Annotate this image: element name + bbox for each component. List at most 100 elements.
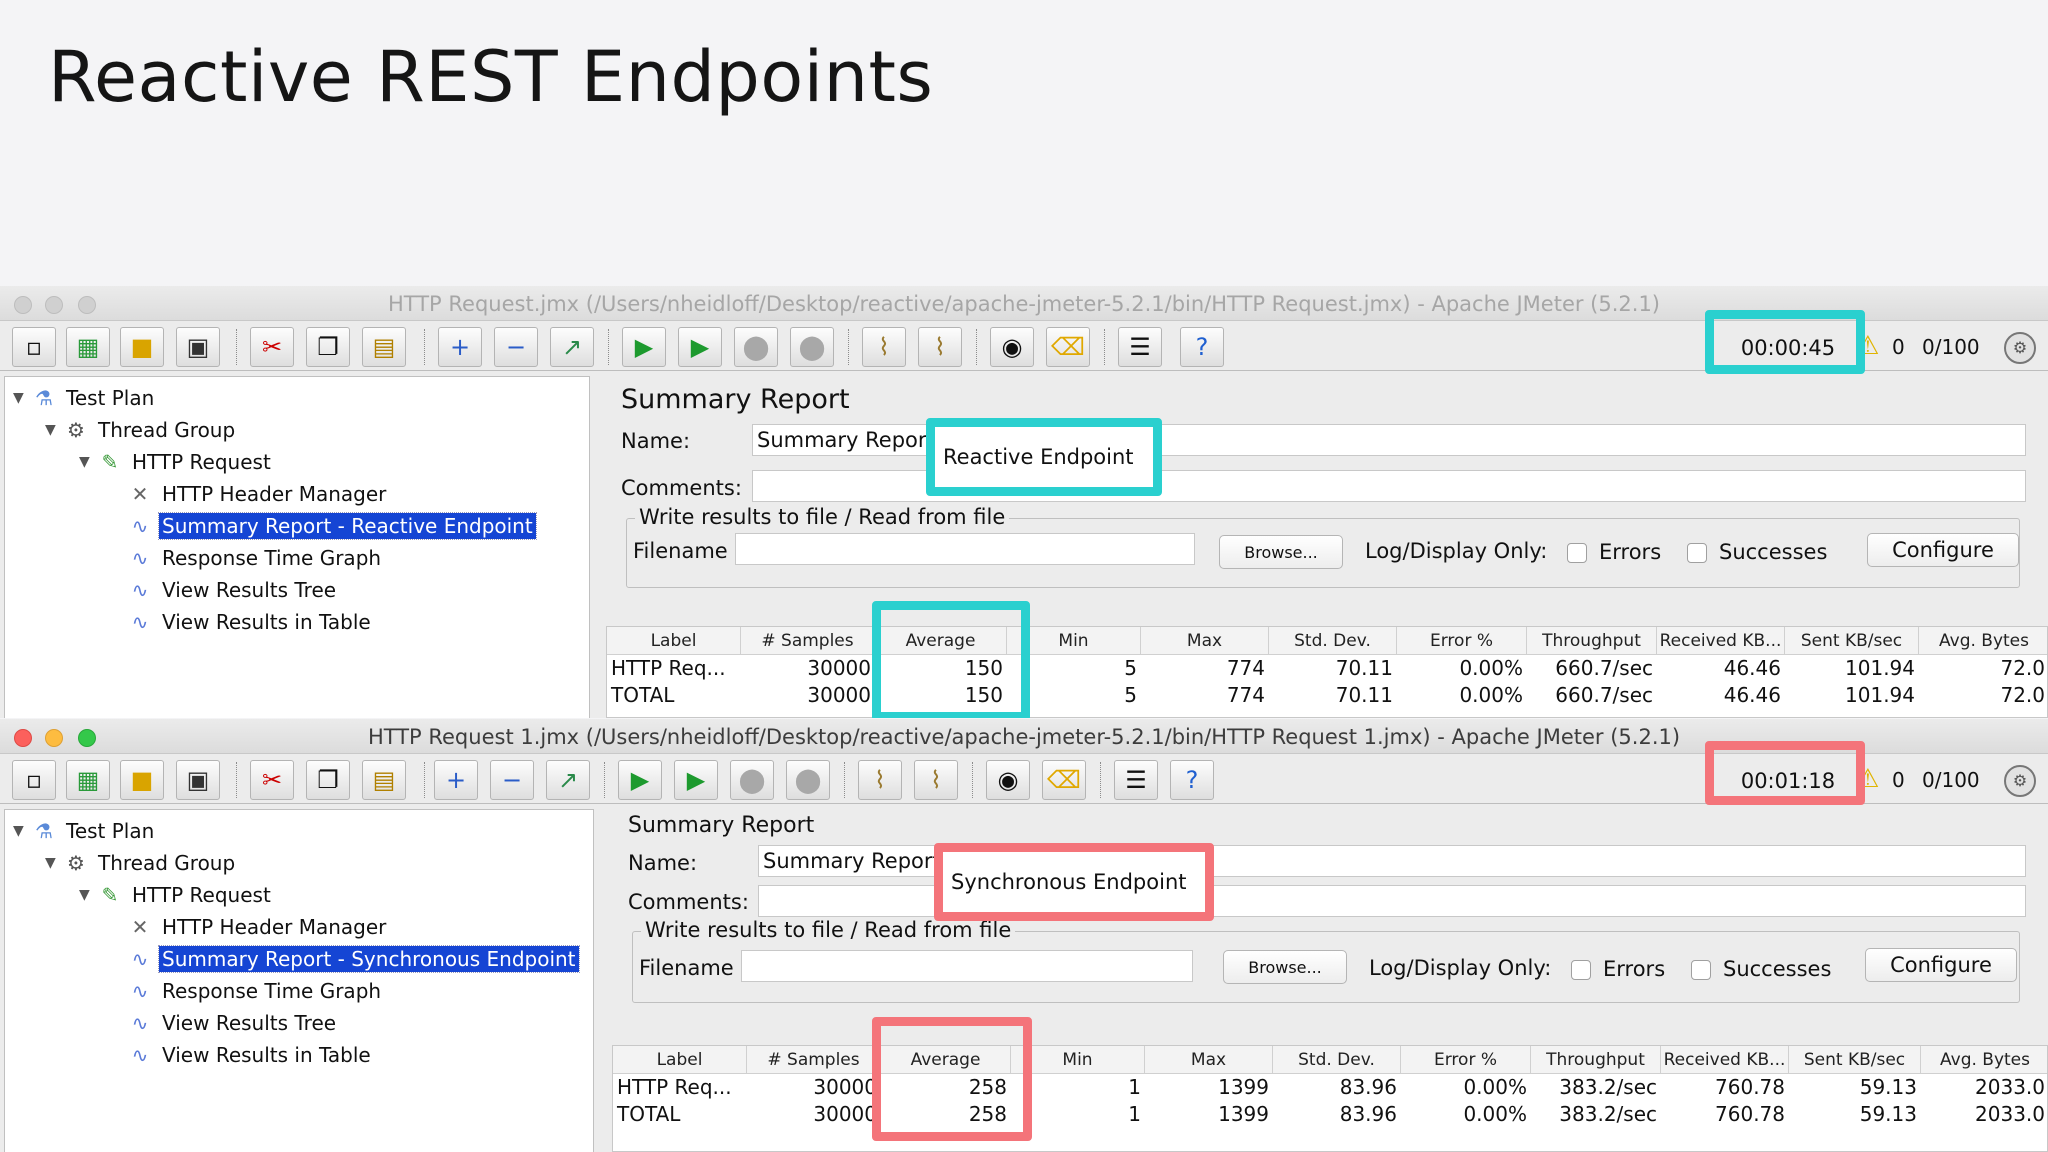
successes-checkbox[interactable] [1687,543,1707,563]
cut-icon[interactable]: ✂ [250,327,294,367]
clear-icon[interactable]: ⌇ [862,327,906,367]
errors-checkbox[interactable] [1567,543,1587,563]
summary-table[interactable]: Label # Samples Average Min Max Std. Dev… [606,626,2048,718]
col-samples[interactable]: # Samples [741,627,875,655]
tree-node-summary-report[interactable]: ∿ Summary Report - Synchronous Endpoint [127,944,580,974]
tree-node-thread-group[interactable]: ▼ ⚙ Thread Group [45,848,238,878]
tree-node-test-plan[interactable]: ▼ ⚗ Test Plan [13,816,157,846]
function-helper-icon[interactable]: ☰ [1118,327,1162,367]
open-icon[interactable]: ■ [120,327,164,367]
col-sent[interactable]: Sent KB/sec [1785,627,1919,655]
stop-icon[interactable]: ⬤ [734,327,778,367]
cell-label: HTTP Req... [617,1075,732,1099]
errors-checkbox[interactable] [1571,960,1591,980]
jmeter-window-reactive: HTTP Request.jmx (/Users/nheidloff/Deskt… [0,286,2048,718]
browse-button[interactable]: Browse... [1219,535,1343,569]
search-icon[interactable]: ◉ [986,760,1030,800]
function-helper-icon[interactable]: ☰ [1114,760,1158,800]
col-max[interactable]: Max [1145,1046,1273,1074]
col-avg-bytes[interactable]: Avg. Bytes [1921,1046,2047,1074]
configure-button[interactable]: Configure [1865,948,2017,982]
reset-search-icon[interactable]: ⌫ [1042,760,1086,800]
start-icon[interactable]: ▶ [622,327,666,367]
col-received[interactable]: Received KB... [1661,1046,1789,1074]
paste-icon[interactable]: ▤ [362,327,406,367]
cell-max: 774 [1226,683,1265,707]
new-icon[interactable]: ▫ [12,760,56,800]
col-samples[interactable]: # Samples [747,1046,881,1074]
copy-icon[interactable]: ❐ [306,760,350,800]
tree-node-summary-report[interactable]: ∿ Summary Report - Reactive Endpoint [127,511,537,541]
test-plan-tree: ▼ ⚗ Test Plan ▼ ⚙ Thread Group ▼ ✎ HTTP Req… [4,809,594,1152]
filename-field[interactable] [735,533,1195,565]
col-received[interactable]: Received KB... [1657,627,1785,655]
tree-node-header-manager[interactable]: ✕ HTTP Header Manager [127,912,389,942]
start-no-pause-icon[interactable]: ▶ [674,760,718,800]
cell-error: 0.00% [1459,683,1523,707]
clear-icon[interactable]: ⌇ [858,760,902,800]
col-std-dev[interactable]: Std. Dev. [1269,627,1397,655]
cell-avg-bytes: 2033.0 [1975,1102,2045,1126]
tree-node-response-time-graph[interactable]: ∿ Response Time Graph [127,976,384,1006]
comments-label: Comments: [628,890,749,914]
col-avg-bytes[interactable]: Avg. Bytes [1919,627,2047,655]
tree-node-test-plan[interactable]: ▼ ⚗ Test Plan [13,383,157,413]
tree-node-http-request[interactable]: ▼ ✎ HTTP Request [79,880,274,910]
successes-checkbox[interactable] [1691,960,1711,980]
collapse-icon[interactable]: − [494,327,538,367]
templates-icon[interactable]: ▦ [66,327,110,367]
save-icon[interactable]: ▣ [176,760,220,800]
col-throughput[interactable]: Throughput [1527,627,1657,655]
configure-button[interactable]: Configure [1867,533,2019,567]
remote-engines-icon[interactable]: ⚙ [2004,765,2036,797]
tree-node-http-request[interactable]: ▼ ✎ HTTP Request [79,447,274,477]
shutdown-icon[interactable]: ⬤ [790,327,834,367]
clear-all-icon[interactable]: ⌇ [918,327,962,367]
copy-icon[interactable]: ❐ [306,327,350,367]
col-error[interactable]: Error % [1397,627,1527,655]
tree-node-view-results-table[interactable]: ∿ View Results in Table [127,607,374,637]
tree-node-view-results-table[interactable]: ∿ View Results in Table [127,1040,374,1070]
open-icon[interactable]: ■ [120,760,164,800]
tree-node-thread-group[interactable]: ▼ ⚙ Thread Group [45,415,238,445]
help-icon[interactable]: ? [1180,327,1224,367]
templates-icon[interactable]: ▦ [66,760,110,800]
remote-engines-icon[interactable]: ⚙ [2004,332,2036,364]
col-label[interactable]: Label [607,627,741,655]
summary-table[interactable]: Label # Samples Average Min Max Std. Dev… [612,1045,2048,1152]
tree-node-header-manager[interactable]: ✕ HTTP Header Manager [127,479,389,509]
cell-avg-bytes: 72.0 [2000,656,2045,680]
reset-search-icon[interactable]: ⌫ [1046,327,1090,367]
start-no-pause-icon[interactable]: ▶ [678,327,722,367]
stop-icon[interactable]: ⬤ [730,760,774,800]
cut-icon[interactable]: ✂ [250,760,294,800]
search-icon[interactable]: ◉ [990,327,1034,367]
cell-std-dev: 83.96 [1339,1075,1397,1099]
expand-icon[interactable]: + [438,327,482,367]
tree-node-response-time-graph[interactable]: ∿ Response Time Graph [127,543,384,573]
clear-all-icon[interactable]: ⌇ [914,760,958,800]
col-throughput[interactable]: Throughput [1531,1046,1661,1074]
paste-icon[interactable]: ▤ [362,760,406,800]
help-icon[interactable]: ? [1170,760,1214,800]
tree-node-view-results-tree[interactable]: ∿ View Results Tree [127,1008,339,1038]
col-error[interactable]: Error % [1401,1046,1531,1074]
wrench-icon: ✕ [131,482,149,506]
start-icon[interactable]: ▶ [618,760,662,800]
browse-button[interactable]: Browse... [1223,950,1347,984]
shutdown-icon[interactable]: ⬤ [786,760,830,800]
col-label[interactable]: Label [613,1046,747,1074]
save-icon[interactable]: ▣ [176,327,220,367]
filename-field[interactable] [741,950,1193,982]
cell-received: 46.46 [1723,683,1781,707]
collapse-icon[interactable]: − [490,760,534,800]
toggle-icon[interactable]: ↗ [546,760,590,800]
col-std-dev[interactable]: Std. Dev. [1273,1046,1401,1074]
toggle-icon[interactable]: ↗ [550,327,594,367]
col-sent[interactable]: Sent KB/sec [1789,1046,1921,1074]
new-icon[interactable]: ▫ [12,327,56,367]
expand-icon[interactable]: + [434,760,478,800]
pipette-icon: ✎ [101,450,119,474]
tree-node-view-results-tree[interactable]: ∿ View Results Tree [127,575,339,605]
col-max[interactable]: Max [1141,627,1269,655]
